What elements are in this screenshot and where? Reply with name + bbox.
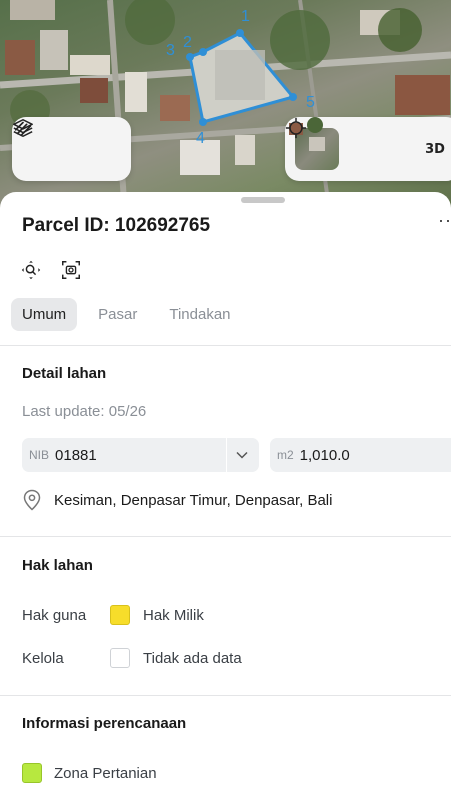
rights-key: Kelola — [22, 649, 64, 667]
divider — [0, 695, 451, 696]
tab-umum[interactable]: Umum — [11, 298, 78, 331]
address-row: Kesiman, Denpasar Timur, Denpasar, Bali — [22, 489, 332, 511]
section-title-planning: Informasi perencanaan — [22, 715, 187, 732]
zone-label: Zona Pertanian — [54, 764, 157, 782]
screenshot-icon — [62, 261, 80, 279]
area-label: m2 — [277, 448, 294, 462]
zoom-to-parcel-button[interactable] — [20, 259, 42, 281]
zone-swatch — [22, 763, 42, 783]
map-view-panel: 3D — [285, 117, 451, 181]
parcel-vertex-label: 1 — [241, 8, 250, 25]
rights-row-kelola: Kelola Tidak ada data — [22, 648, 242, 668]
locate-icon — [285, 117, 307, 139]
parcel-vertex-label: 2 — [183, 34, 192, 51]
map-imagery — [0, 0, 451, 215]
sheet-drag-handle[interactable] — [241, 197, 285, 203]
map-tools-panel — [12, 117, 131, 181]
parcel-title: Parcel ID: 102692765 — [22, 215, 211, 236]
rights-value: Hak Milik — [143, 606, 204, 624]
rights-key: Hak guna — [22, 606, 87, 624]
hak-milik-swatch — [110, 605, 130, 625]
area-value: 1,010.0 — [299, 446, 350, 464]
draw-line-icon — [14, 121, 32, 137]
divider — [0, 345, 451, 346]
parcel-vertex-label: 5 — [306, 94, 315, 111]
nib-label: NIB — [29, 448, 50, 462]
rights-row-hak-guna: Hak guna Hak Milik — [22, 605, 204, 625]
zone-row: Zona Pertanian — [22, 763, 157, 783]
screenshot-button[interactable] — [60, 259, 82, 281]
last-update: Last update: 05/26 — [22, 403, 147, 420]
no-data-swatch — [110, 648, 130, 668]
zoom-to-parcel-icon — [21, 260, 41, 280]
locate-button[interactable] — [285, 117, 397, 169]
satellite-map[interactable]: 1 2 3 4 5 3D — [0, 0, 451, 215]
section-title-rights: Hak lahan — [22, 557, 93, 574]
rights-value: Tidak ada data — [143, 649, 242, 667]
parcel-vertex-label: 3 — [166, 42, 175, 59]
location-pin-icon — [23, 489, 41, 511]
nib-value: 01881 — [55, 446, 97, 464]
nib-field[interactable]: NIB 01881 — [22, 438, 259, 472]
section-title-detail: Detail lahan — [22, 365, 107, 382]
tab-pasar[interactable]: Pasar — [87, 298, 148, 331]
draw-button[interactable] — [14, 121, 116, 169]
parcel-bottom-sheet: Parcel ID: 102692765 ·· Umum Pasar Tinda… — [0, 192, 451, 804]
nib-dropdown-button[interactable] — [232, 446, 252, 464]
chevron-down-icon — [236, 451, 248, 459]
more-menu-button[interactable]: ·· — [438, 210, 451, 231]
divider — [0, 536, 451, 537]
3d-toggle-button[interactable]: 3D — [415, 129, 451, 169]
tab-tindakan[interactable]: Tindakan — [158, 298, 241, 331]
address-text: Kesiman, Denpasar Timur, Denpasar, Bali — [54, 491, 333, 509]
parcel-actions — [20, 259, 82, 281]
parcel-vertex-label: 4 — [196, 130, 205, 147]
tab-bar: Umum Pasar Tindakan — [11, 298, 252, 331]
3d-label: 3D — [425, 141, 445, 157]
area-field[interactable]: m2 1,010.0 — [270, 438, 451, 472]
